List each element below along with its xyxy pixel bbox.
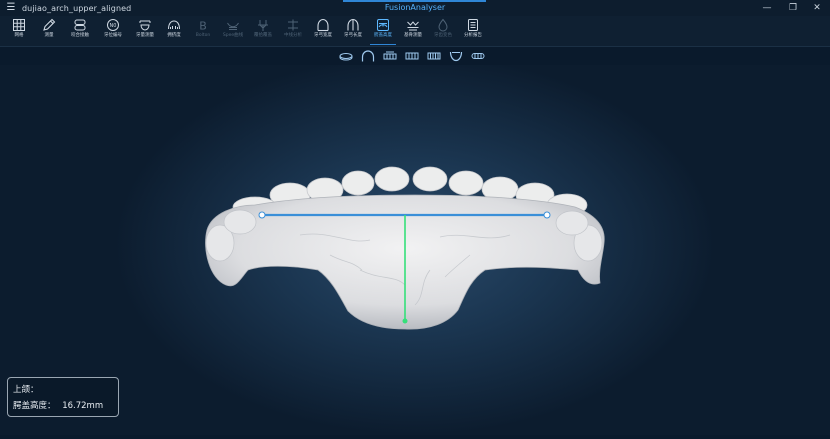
grid-icon <box>13 19 25 31</box>
tool-label: 网格 <box>14 33 24 38</box>
tool-measure[interactable]: 测量 <box>34 16 64 46</box>
tool-label: 腭盖高度 <box>374 33 392 38</box>
tool-tooth-color[interactable]: 牙齿变色 <box>428 16 458 46</box>
tool-arch-width[interactable]: 牙弓宽度 <box>308 16 338 46</box>
tool-label: 牙弓长度 <box>344 33 362 38</box>
tool-label: Spee曲线 <box>222 33 244 38</box>
tooth-color-icon <box>438 18 448 32</box>
restore-icon[interactable]: ❐ <box>784 0 802 16</box>
tool-crowding[interactable]: 拥挤度 <box>160 16 188 46</box>
tool-label: 牙弓宽度 <box>314 33 332 38</box>
pencil-icon <box>43 18 56 31</box>
measurement-info-panel: 上颌： 腭盖高度： 16.72mm <box>7 377 119 417</box>
svg-text:N0: N0 <box>110 23 117 29</box>
measure-value: 16.72mm <box>62 401 104 411</box>
tool-report[interactable]: 分析报告 <box>458 16 488 46</box>
view-bottom-icon[interactable] <box>339 50 353 62</box>
app-title: FusionAnalyser <box>384 3 446 12</box>
basal-bone-icon <box>407 21 419 31</box>
svg-text:B: B <box>199 20 207 33</box>
tooth-measure-icon <box>139 20 151 31</box>
report-icon <box>468 19 478 31</box>
tool-label: 测量 <box>44 33 54 38</box>
title-bar: ☰ dujiao_arch_upper_aligned FusionAnalys… <box>0 0 830 16</box>
view-front-icon[interactable] <box>361 50 375 62</box>
tool-tooth-measure[interactable]: 牙量测量 <box>130 16 160 46</box>
spee-curve-icon <box>227 22 239 30</box>
tool-occlusion[interactable]: 咬合接触 <box>64 16 96 46</box>
tool-label: 覆拾覆盖 <box>254 33 272 38</box>
tool-label: 拥挤度 <box>167 33 181 38</box>
view-right-icon[interactable] <box>405 50 419 62</box>
midline-icon <box>288 19 298 31</box>
crowding-icon <box>168 20 180 30</box>
tool-label: 牙齿变色 <box>434 33 452 38</box>
minimize-icon[interactable]: — <box>758 0 776 16</box>
tool-tooth-number[interactable]: N0 牙位编号 <box>96 16 130 46</box>
tool-label: 咬合接触 <box>71 33 89 38</box>
document-title: dujiao_arch_upper_aligned <box>22 3 132 13</box>
tool-label: 基骨测量 <box>404 33 422 38</box>
tool-label: Bolton <box>195 33 211 38</box>
measure-label: 腭盖高度： <box>13 401 56 411</box>
tool-spee-curve[interactable]: Spee曲线 <box>218 16 248 46</box>
palate-height-icon <box>377 19 389 31</box>
tool-label: 牙位编号 <box>104 33 122 38</box>
occlusion-icon <box>74 19 86 31</box>
tool-overbite[interactable]: 覆拾覆盖 <box>248 16 278 46</box>
view-toolbar <box>0 47 830 65</box>
tool-midline[interactable]: 中线分析 <box>278 16 308 46</box>
close-icon[interactable]: ✕ <box>808 0 826 16</box>
arch-length-icon <box>347 18 359 31</box>
view-top-icon[interactable] <box>449 50 463 62</box>
menu-icon[interactable]: ☰ <box>0 0 22 16</box>
tool-label: 牙量测量 <box>136 33 154 38</box>
view-back-icon[interactable] <box>427 50 441 62</box>
height-endpoint[interactable] <box>402 318 408 324</box>
width-endpoint-left[interactable] <box>258 211 266 219</box>
tool-basal-bone[interactable]: 基骨测量 <box>398 16 428 46</box>
upper-arch-model <box>205 166 605 330</box>
view-left-icon[interactable] <box>383 50 397 62</box>
tool-palate-height[interactable]: 腭盖高度 <box>368 16 398 46</box>
jaw-label: 上颌： <box>13 385 39 395</box>
view-occlusal-icon[interactable] <box>471 50 485 62</box>
3d-viewport[interactable] <box>0 65 830 435</box>
palate-height-readout: 腭盖高度： 16.72mm <box>13 399 107 411</box>
bolton-icon: B <box>199 20 207 33</box>
tool-grid[interactable]: 网格 <box>4 16 34 46</box>
tool-arch-length[interactable]: 牙弓长度 <box>338 16 368 46</box>
width-endpoint-right[interactable] <box>543 211 551 219</box>
main-toolbar: 网格 测量 咬合接触 N0 牙位编号 牙量测量 拥挤度 B Bolton Spe… <box>0 16 830 47</box>
tool-label: 分析报告 <box>464 33 482 38</box>
arch-width-icon <box>317 18 329 32</box>
tool-bolton[interactable]: B Bolton <box>188 16 218 46</box>
overbite-icon <box>258 20 268 31</box>
tool-label: 中线分析 <box>284 33 302 38</box>
tooth-number-icon: N0 <box>107 19 119 31</box>
